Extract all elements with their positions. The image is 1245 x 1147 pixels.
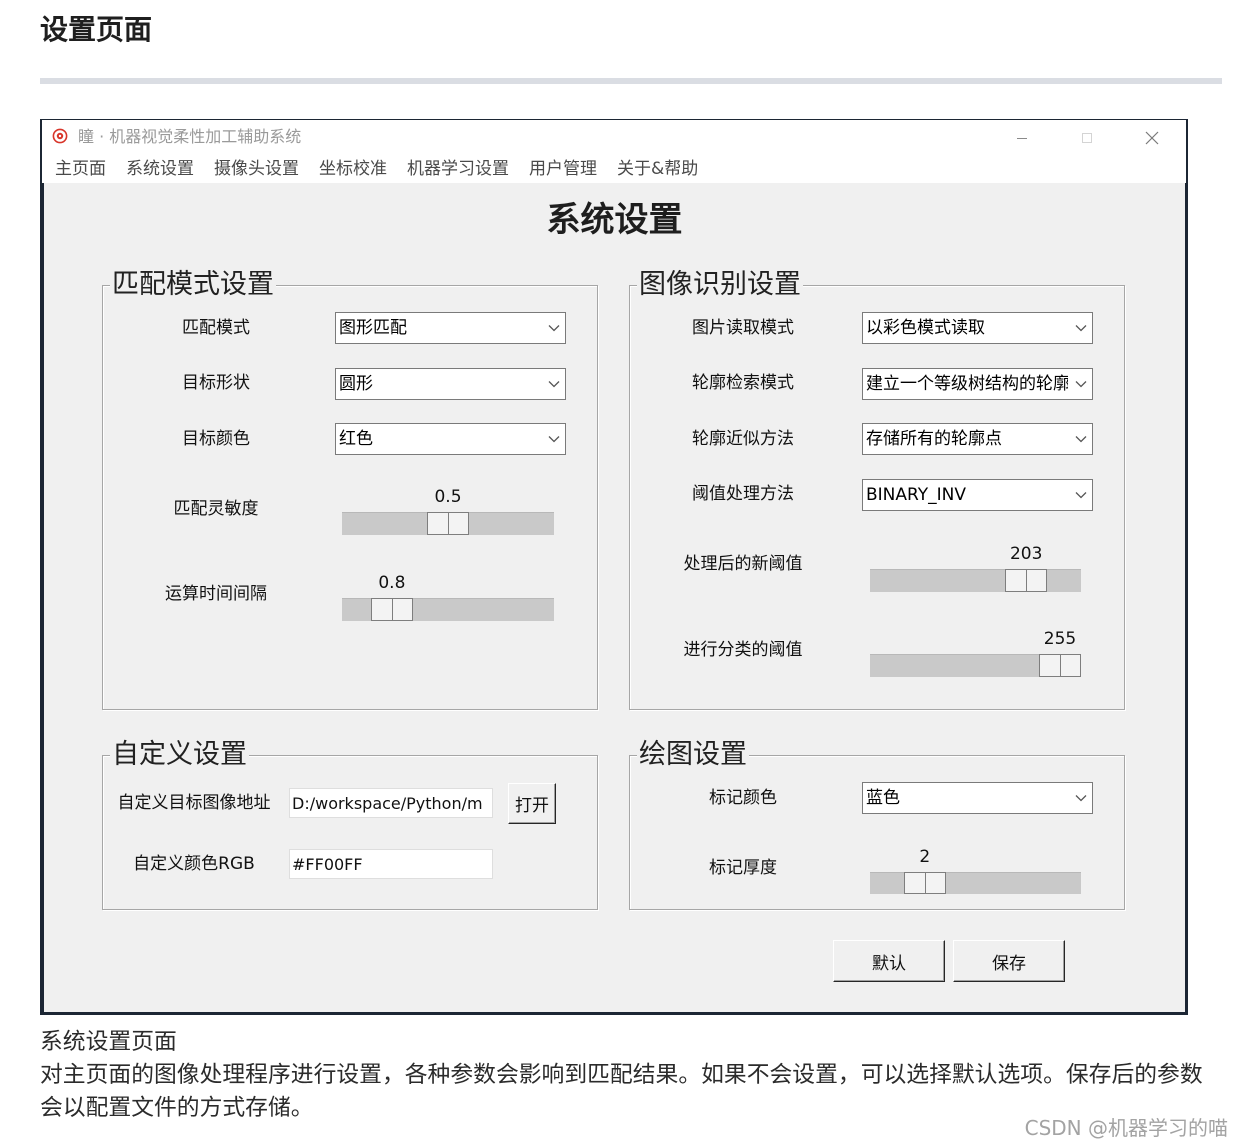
close-button[interactable] [1119,120,1184,155]
new-threshold-slider[interactable]: 203 [870,544,1081,592]
save-button[interactable]: 保存 [953,940,1065,982]
mark-thickness-slider[interactable]: 2 [870,847,1081,894]
group-title: 自定义设置 [110,738,249,772]
classify-threshold-slider[interactable]: 255 [870,629,1081,677]
menu-bar: 主页面 系统设置 摄像头设置 坐标校准 机器学习设置 用户管理 关于&帮助 [42,155,1186,183]
target-color-label: 目标颜色 [182,429,250,449]
slider-handle[interactable] [1039,654,1081,677]
sensitivity-label: 匹配灵敏度 [173,499,259,519]
menu-item-about-help[interactable]: 关于&帮助 [617,155,698,183]
app-window-screenshot: 瞳 · 机器视觉柔性加工辅助系统 主页面 系统设置 摄像头设置 坐标校准 机器学… [40,119,1188,1015]
chevron-down-icon [1075,795,1087,802]
contour-retrieval-label: 轮廓检索模式 [692,373,794,393]
image-recognition-settings-group: 图像识别设置 图片读取模式 以彩色模式读取 轮廓检索模式 建立一个等级树结构的轮… [629,268,1125,710]
slider-handle[interactable] [427,512,469,535]
contour-retrieval-value: 建立一个等级树结构的轮廓 [866,374,1068,394]
window-title: 瞳 · 机器视觉柔性加工辅助系统 [78,127,302,146]
group-title: 图像识别设置 [637,268,803,302]
maximize-icon [1081,132,1093,144]
slider-handle[interactable] [1005,569,1048,592]
chevron-down-icon [548,325,560,332]
menu-item-system-settings[interactable]: 系统设置 [126,155,194,183]
minimize-button[interactable] [989,120,1054,155]
figure-caption: 系统设置页面 [40,1029,177,1055]
title-bar[interactable]: 瞳 · 机器视觉柔性加工辅助系统 [42,120,1186,155]
threshold-method-select[interactable]: BINARY_INV [862,479,1093,511]
read-mode-label: 图片读取模式 [692,318,794,338]
slider-handle[interactable] [903,872,946,894]
menu-item-user-management[interactable]: 用户管理 [529,155,597,183]
maximize-button[interactable] [1054,120,1119,155]
interval-slider[interactable]: 0.8 [342,573,554,621]
chevron-down-icon [1075,325,1087,332]
chevron-down-icon [548,381,560,388]
new-threshold-value: 203 [1009,544,1043,564]
mark-color-label: 标记颜色 [709,788,777,808]
settings-panel: 系统设置 匹配模式设置 匹配模式 图形匹配 目标形状 圆形 目标颜色 红色 匹配… [44,183,1185,1012]
chevron-down-icon [548,436,560,443]
target-color-select[interactable]: 红色 [335,423,566,455]
target-shape-label: 目标形状 [182,373,250,393]
drawing-settings-group: 绘图设置 标记颜色 蓝色 标记厚度 2 [629,738,1125,910]
heading-divider [40,78,1222,84]
target-shape-value: 圆形 [339,374,373,394]
group-title: 绘图设置 [637,738,749,772]
sensitivity-slider[interactable]: 0.5 [342,487,554,535]
mark-thickness-value: 2 [919,847,931,867]
image-path-input[interactable] [289,788,493,818]
contour-approx-value: 存储所有的轮廓点 [866,429,1002,449]
slider-handle[interactable] [370,598,413,621]
minimize-icon [1016,132,1028,144]
color-rgb-label: 自定义颜色RGB [133,854,255,874]
classify-threshold-label: 进行分类的阈值 [683,640,803,660]
default-button[interactable]: 默认 [833,940,945,982]
group-title: 匹配模式设置 [110,268,276,302]
chevron-down-icon [1075,381,1087,388]
threshold-method-label: 阈值处理方法 [692,484,794,504]
sensitivity-value: 0.5 [434,487,462,507]
contour-retrieval-select[interactable]: 建立一个等级树结构的轮廓 [862,368,1093,400]
contour-approx-label: 轮廓近似方法 [692,429,794,449]
threshold-method-value: BINARY_INV [866,485,966,505]
page-title: 系统设置 [546,200,683,240]
chevron-down-icon [1075,492,1087,499]
interval-value: 0.8 [378,573,406,593]
menu-item-ml-settings[interactable]: 机器学习设置 [407,155,509,183]
match-mode-settings-group: 匹配模式设置 匹配模式 图形匹配 目标形状 圆形 目标颜色 红色 匹配灵敏度 0… [102,268,598,710]
custom-settings-group: 自定义设置 自定义目标图像地址 打开 自定义颜色RGB [102,738,598,910]
target-color-value: 红色 [339,429,373,449]
color-rgb-input[interactable] [289,849,493,879]
app-logo-icon [52,128,68,144]
chevron-down-icon [1075,436,1087,443]
menu-item-camera-settings[interactable]: 摄像头设置 [214,155,299,183]
mark-color-value: 蓝色 [866,788,900,808]
article-heading: 设置页面 [40,13,153,46]
read-mode-value: 以彩色模式读取 [866,318,985,338]
image-path-label: 自定义目标图像地址 [117,793,271,813]
classify-threshold-value: 255 [1043,629,1077,649]
contour-approx-select[interactable]: 存储所有的轮廓点 [862,423,1093,455]
mark-color-select[interactable]: 蓝色 [862,782,1093,814]
close-icon [1145,131,1159,145]
interval-label: 运算时间间隔 [165,584,267,604]
csdn-watermark: CSDN @机器学习的喵 [1024,1116,1228,1140]
match-mode-select[interactable]: 图形匹配 [335,312,566,344]
mark-thickness-label: 标记厚度 [709,858,777,878]
match-mode-label: 匹配模式 [182,318,250,338]
menu-item-coordinate-calibration[interactable]: 坐标校准 [319,155,387,183]
new-threshold-label: 处理后的新阈值 [683,554,803,574]
target-shape-select[interactable]: 圆形 [335,368,566,400]
read-mode-select[interactable]: 以彩色模式读取 [862,312,1093,344]
match-mode-value: 图形匹配 [339,318,407,338]
open-file-button[interactable]: 打开 [508,783,556,824]
menu-item-home[interactable]: 主页面 [55,155,106,183]
